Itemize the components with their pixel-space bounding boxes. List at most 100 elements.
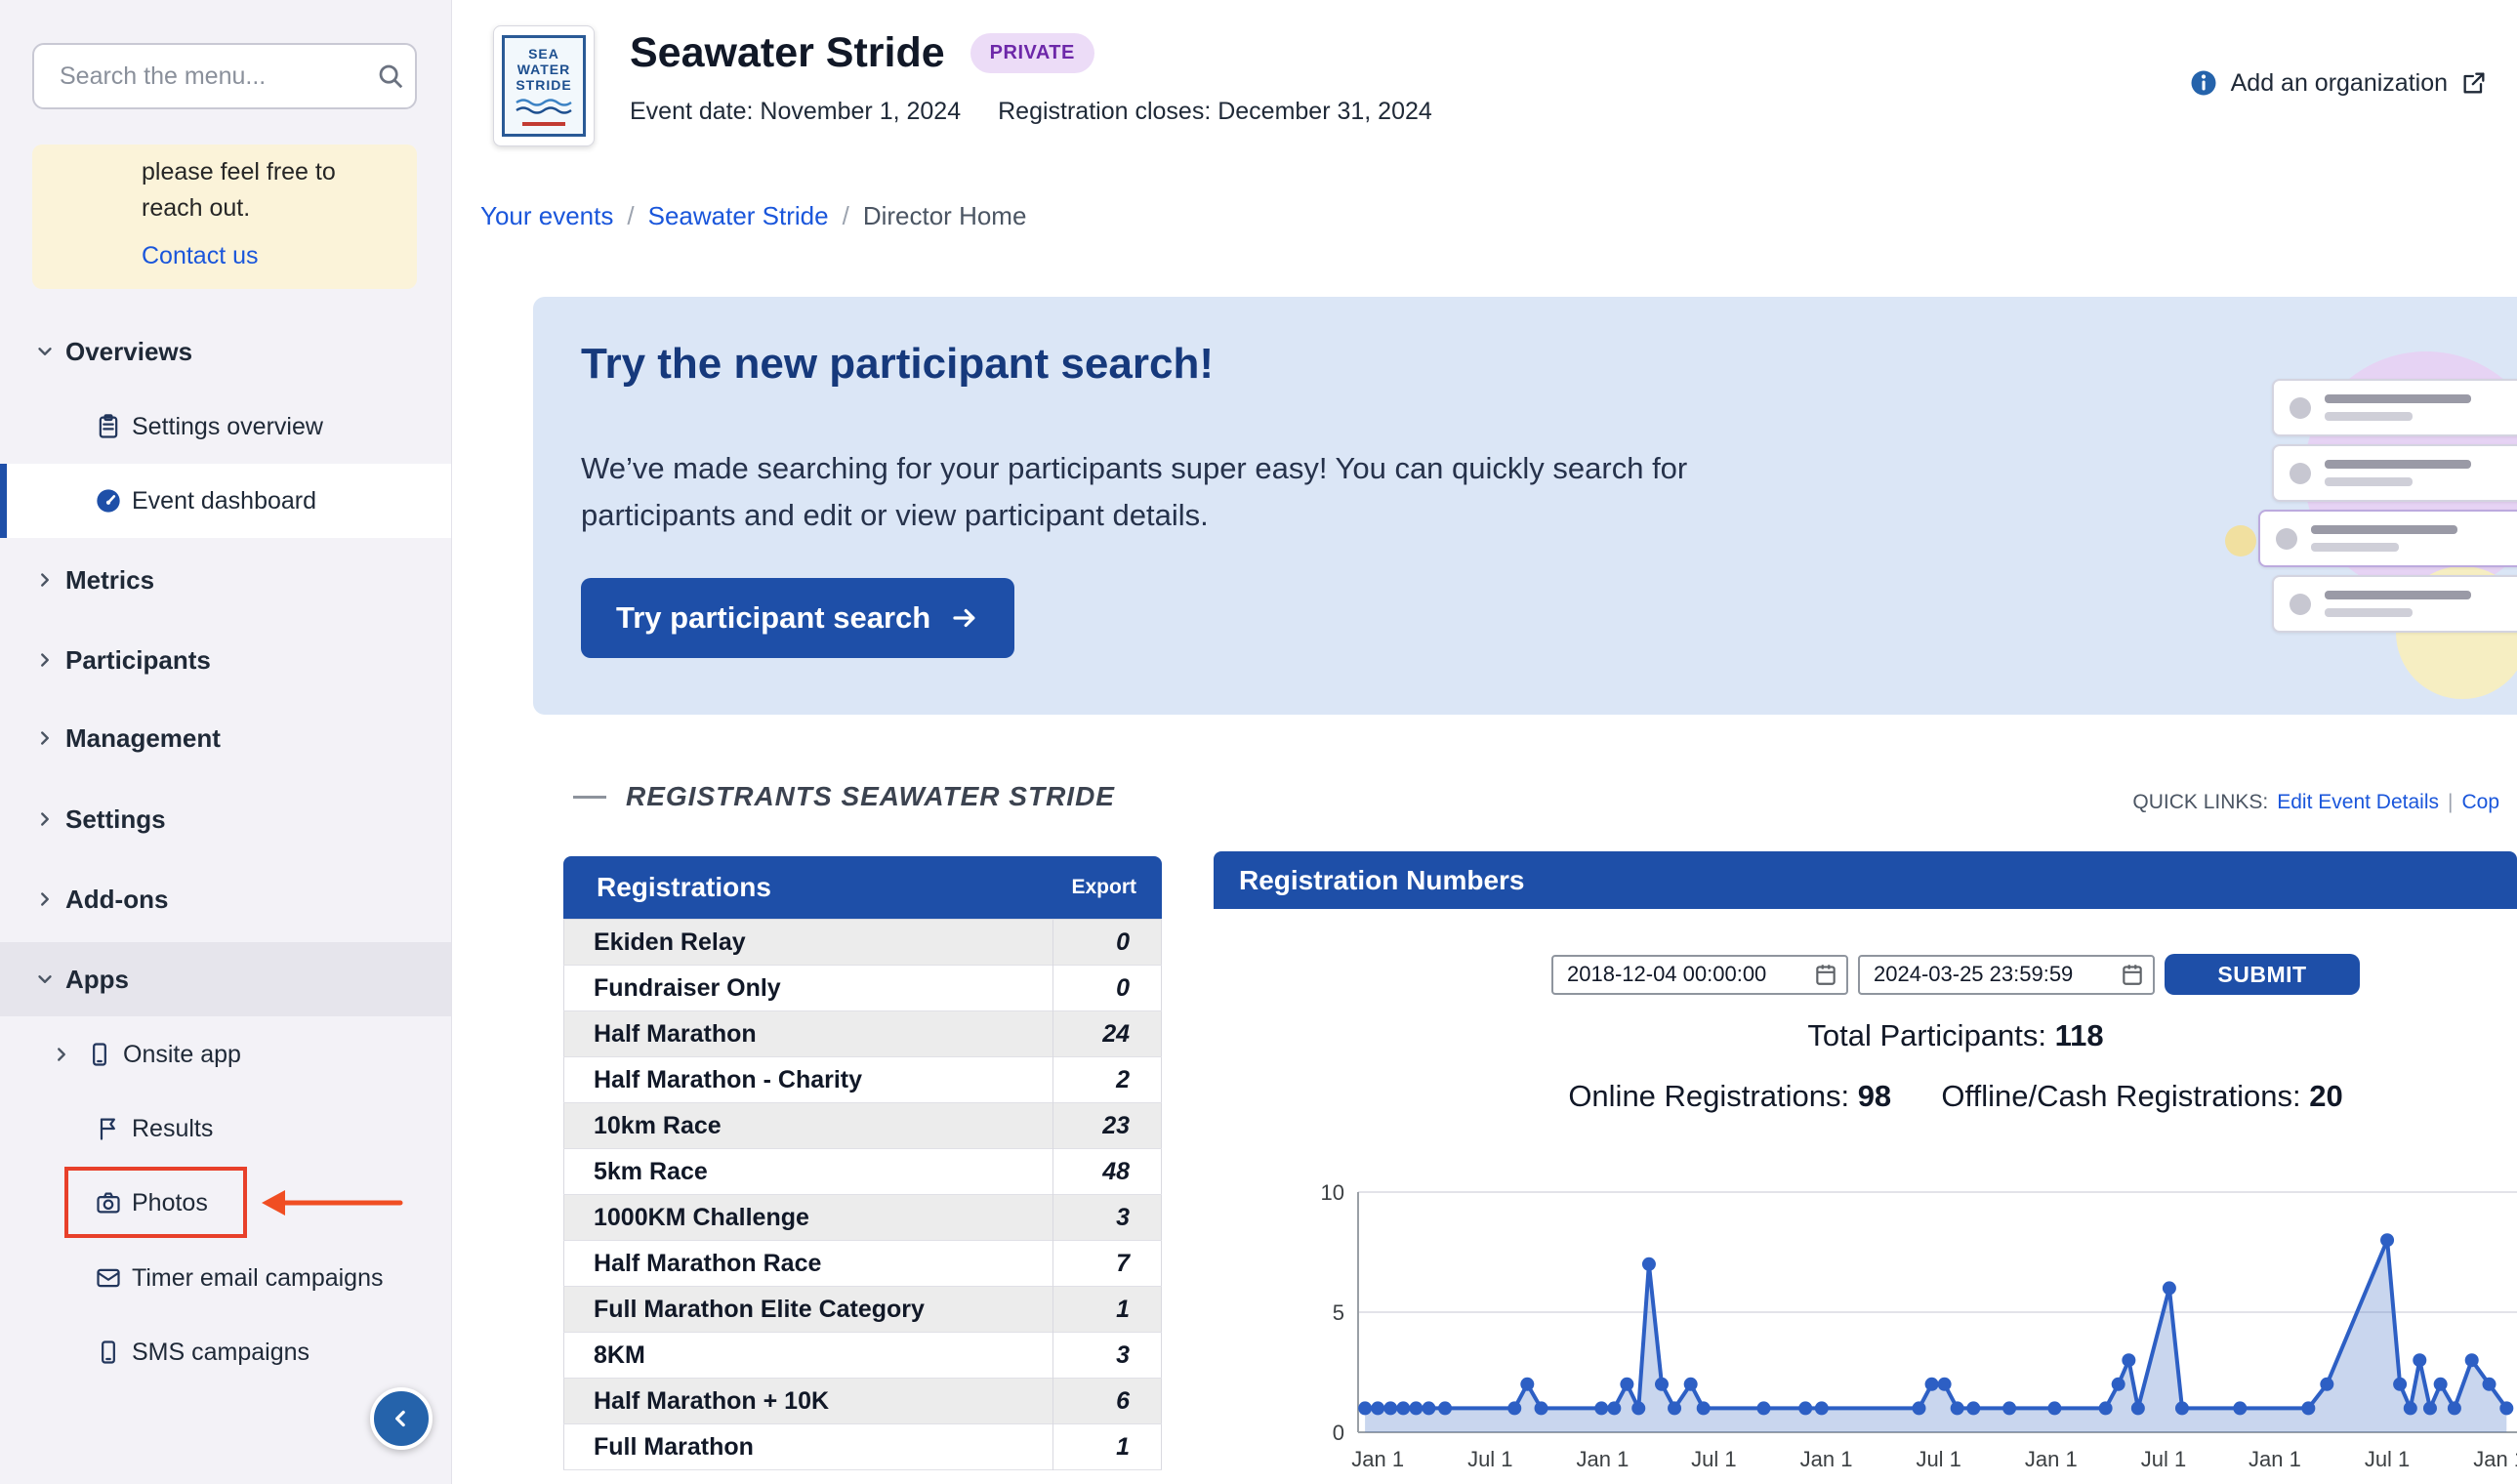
sidebar: please feel free to reach out. Contact u…	[0, 0, 452, 1484]
sidebar-item-results[interactable]: Results	[0, 1092, 451, 1166]
edit-event-details-link[interactable]: Edit Event Details	[2277, 791, 2439, 814]
chevron-right-icon	[41, 653, 49, 667]
submit-button[interactable]: SUBMIT	[2165, 954, 2360, 995]
table-row: Fundraiser Only 0	[563, 965, 1162, 1011]
sidebar-item-label: Add-ons	[65, 884, 169, 914]
date-range-controls: 2018-12-04 00:00:00 2024-03-25 23:59:59 …	[1214, 954, 2517, 995]
logo-text-line: WATER	[516, 62, 571, 77]
copy-event-link[interactable]: Cop	[2461, 791, 2499, 814]
registration-count: 23	[1052, 1102, 1162, 1149]
sidebar-item-photos[interactable]: Photos	[0, 1166, 451, 1240]
sidebar-item-addons[interactable]: Add-ons	[0, 862, 451, 936]
breadcrumb-your-events[interactable]: Your events	[480, 201, 613, 231]
sidebar-item-timer-email-campaigns[interactable]: Timer email campaigns	[0, 1241, 451, 1315]
illustration-card	[2272, 444, 2517, 502]
mobile-phone-icon	[102, 1340, 115, 1364]
registration-count: 0	[1052, 965, 1162, 1011]
registration-breakdown: Online Registrations: 98 Offline/Cash Re…	[1214, 1079, 2517, 1114]
quick-links-separator: |	[2448, 791, 2454, 813]
sidebar-item-metrics[interactable]: Metrics	[0, 543, 451, 617]
cta-label: Try participant search	[616, 600, 931, 635]
svg-text:Jul 1: Jul 1	[1691, 1447, 1736, 1471]
chevron-down-icon	[38, 348, 52, 355]
sidebar-item-label: Apps	[65, 964, 129, 994]
notice-text-line1: please feel free to	[142, 158, 336, 186]
registration-label: Full Marathon	[594, 1432, 754, 1461]
registrations-card-header: Registrations Export	[563, 856, 1162, 919]
sidebar-item-label: Timer email campaigns	[132, 1263, 384, 1292]
breadcrumb-event-name[interactable]: Seawater Stride	[648, 201, 829, 231]
svg-text:5: 5	[1333, 1300, 1344, 1325]
date-to-input[interactable]: 2024-03-25 23:59:59	[1858, 954, 2155, 995]
sidebar-item-management[interactable]: Management	[0, 701, 451, 775]
total-participants: Total Participants: 118	[1214, 1018, 2517, 1053]
sidebar-item-apps[interactable]: Apps	[0, 942, 451, 1016]
registration-count: 48	[1052, 1148, 1162, 1195]
registration-label: 10km Race	[594, 1111, 722, 1139]
date-from-value: 2018-12-04 00:00:00	[1567, 962, 1767, 986]
contact-us-link[interactable]: Contact us	[142, 238, 259, 274]
registration-numbers-card: Registration Numbers 2018-12-04 00:00:00…	[1214, 851, 2517, 1484]
total-participants-label: Total Participants:	[1807, 1018, 2047, 1052]
svg-text:Jan 1: Jan 1	[2473, 1447, 2517, 1471]
event-date-text: Event date: November 1, 2024	[630, 98, 962, 125]
table-row: Ekiden Relay 0	[563, 919, 1162, 966]
arrow-right-icon	[953, 608, 975, 628]
table-row: 10km Race 23	[563, 1102, 1162, 1149]
try-participant-search-button[interactable]: Try participant search	[581, 578, 1015, 658]
sidebar-item-label: Overviews	[65, 336, 193, 366]
sidebar-item-settings[interactable]: Settings	[0, 782, 451, 856]
svg-text:Jan 1: Jan 1	[1351, 1447, 1404, 1471]
svg-text:Jan 1: Jan 1	[1577, 1447, 1630, 1471]
svg-text:Jul 1: Jul 1	[2365, 1447, 2410, 1471]
date-from-input[interactable]: 2018-12-04 00:00:00	[1551, 954, 1848, 995]
quick-links-label: QUICK LINKS:	[2132, 791, 2269, 813]
notice-box: please feel free to reach out. Contact u…	[32, 144, 417, 289]
export-button[interactable]: Export	[1071, 876, 1136, 899]
registration-numbers-body: 2018-12-04 00:00:00 2024-03-25 23:59:59 …	[1214, 909, 2517, 1484]
sidebar-item-label: SMS campaigns	[132, 1338, 310, 1366]
sidebar-item-label: Results	[132, 1114, 214, 1142]
registration-numbers-title: Registration Numbers	[1239, 864, 1525, 895]
table-row: Half Marathon + 10K 6	[563, 1378, 1162, 1424]
registration-count: 2	[1052, 1056, 1162, 1103]
svg-text:Jul 1: Jul 1	[1467, 1447, 1512, 1471]
registration-label: Fundraiser Only	[594, 973, 781, 1002]
registration-count: 0	[1052, 919, 1162, 966]
envelope-icon	[97, 1268, 120, 1288]
sidebar-item-overviews[interactable]: Overviews	[0, 314, 451, 389]
sidebar-item-label: Settings overview	[132, 412, 323, 440]
svg-text:Jan 1: Jan 1	[2025, 1447, 2078, 1471]
svg-text:Jan 1: Jan 1	[2249, 1447, 2301, 1471]
sidebar-item-participants[interactable]: Participants	[0, 623, 451, 697]
offline-registrations-label: Offline/Cash Registrations:	[1941, 1079, 2301, 1113]
sidebar-item-sms-campaigns[interactable]: SMS campaigns	[0, 1315, 451, 1389]
main-content: SEA WATER STRIDE Seawater Stride PRIVATE…	[451, 0, 2517, 1484]
sidebar-item-onsite-app[interactable]: Onsite app	[0, 1017, 451, 1092]
registration-count: 1	[1052, 1423, 1162, 1470]
search-input[interactable]	[34, 61, 376, 92]
table-row: Half Marathon Race 7	[563, 1240, 1162, 1287]
flag-icon	[100, 1118, 115, 1140]
sidebar-collapse-button[interactable]	[370, 1387, 433, 1450]
registration-count: 3	[1052, 1194, 1162, 1241]
breadcrumb-separator: /	[627, 201, 635, 230]
notice-text-line2: reach out.	[142, 194, 251, 222]
offline-registrations-value: 20	[2309, 1079, 2343, 1113]
sidebar-item-label: Management	[65, 722, 221, 753]
table-row: 8KM 3	[563, 1332, 1162, 1379]
add-organization-button[interactable]: Add an organization	[2189, 68, 2488, 98]
calendar-icon[interactable]	[1813, 962, 1838, 987]
registration-label: 8KM	[594, 1340, 645, 1369]
registration-label: 5km Race	[594, 1157, 708, 1185]
svg-text:10: 10	[1321, 1180, 1344, 1205]
breadcrumb-separator: /	[842, 201, 849, 230]
online-registrations-label: Online Registrations:	[1568, 1079, 1850, 1113]
mobile-phone-icon	[93, 1043, 106, 1066]
table-row: Full Marathon Elite Category 1	[563, 1286, 1162, 1333]
total-participants-value: 118	[2054, 1018, 2104, 1052]
calendar-icon[interactable]	[2120, 962, 2145, 987]
sidebar-item-settings-overview[interactable]: Settings overview	[0, 390, 451, 464]
sidebar-item-event-dashboard[interactable]: Event dashboard	[0, 464, 451, 538]
registrations-title: Registrations	[597, 872, 771, 902]
